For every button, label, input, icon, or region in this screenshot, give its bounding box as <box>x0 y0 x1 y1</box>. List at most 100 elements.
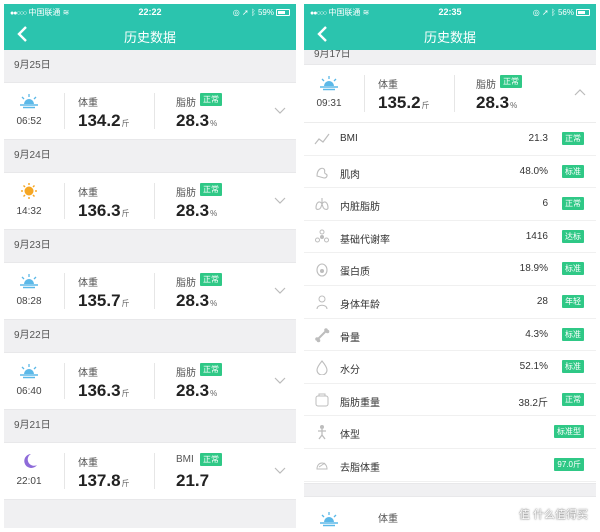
status-badge: 标准 <box>562 262 584 276</box>
battery-percent: 56% <box>557 8 574 17</box>
detail-scroll: 9月17日 09:31 体重 135.2斤 脂肪 正常 28.3% BMI 21… <box>304 50 596 528</box>
metric-name: 肌肉 <box>340 169 360 181</box>
metric-value: 38.2斤 <box>518 397 548 409</box>
status-bar: ●●○○○ 中国联通 ≋ 22:35 ◎ ➚ ᛒ 56% <box>304 4 596 21</box>
record-time: 09:31 <box>316 98 342 109</box>
metric-name: 去脂体重 <box>340 462 380 474</box>
chevron-up-icon[interactable] <box>574 89 586 97</box>
record-card[interactable]: 06:40 体重 136.3斤 脂肪 正常 28.3% <box>4 352 296 410</box>
divider <box>64 183 65 219</box>
bmi-icon <box>314 133 330 145</box>
chevron-down-icon[interactable] <box>274 467 286 475</box>
weight-value: 137.8斤 <box>78 471 130 491</box>
weight-value: 136.3斤 <box>78 201 130 221</box>
metric-row[interactable]: BMI 21.3 正常 <box>304 123 596 156</box>
weight-number: 135.2 <box>378 93 421 112</box>
location-icon: ➚ <box>242 8 249 17</box>
metric-value: 6 <box>542 198 548 210</box>
battery-icon <box>576 9 590 16</box>
status-badge: 97.0斤 <box>554 457 584 471</box>
chevron-down-icon[interactable] <box>274 377 286 385</box>
divider <box>454 75 455 112</box>
metric-row[interactable]: 蛋白质 18.9% 标准 <box>304 253 596 286</box>
weight-unit: 斤 <box>121 119 130 128</box>
divider <box>64 363 65 399</box>
record-time: 14:32 <box>16 206 42 217</box>
metric-label: 脂肪 <box>176 278 196 289</box>
date-header: 9月21日 <box>14 420 51 431</box>
bluetooth-icon: ᛒ <box>250 8 256 17</box>
weight-value: 134.2斤 <box>78 111 130 131</box>
divider <box>64 93 65 129</box>
record-card[interactable]: 22:01 体重 137.8斤 BMI 正常 21.7 <box>4 442 296 500</box>
metric-label: 脂肪 <box>176 368 196 379</box>
metric-row[interactable]: 体型 标准型 <box>304 416 596 449</box>
status-badge: 达标 <box>562 229 584 243</box>
weight-unit: 斤 <box>421 101 430 110</box>
status-badge: 标准 <box>562 164 584 178</box>
weight-unit: 斤 <box>121 479 130 488</box>
chevron-down-icon[interactable] <box>274 287 286 295</box>
weight-label: 体重 <box>378 80 398 91</box>
record-card[interactable]: 14:32 体重 136.3斤 脂肪 正常 28.3% <box>4 172 296 230</box>
metric-row[interactable]: 骨量 4.3% 标准 <box>304 319 596 352</box>
metric-number: 28.3 <box>176 201 210 220</box>
metric-name: 体型 <box>340 430 360 442</box>
metric-row[interactable]: 内脏脂肪 6 正常 <box>304 188 596 221</box>
water-drop-icon <box>316 360 328 376</box>
metric-value: 1416 <box>525 230 548 242</box>
weight-label: 体重 <box>78 98 98 109</box>
metric-label: 脂肪 <box>176 98 196 109</box>
divider <box>154 273 155 309</box>
metric-name: 蛋白质 <box>340 267 370 279</box>
metric-row[interactable]: 去脂体重 97.0斤 <box>304 449 596 482</box>
expanded-record-card[interactable]: 09:31 体重 135.2斤 脂肪 正常 28.3% BMI 21.3 正常 … <box>304 64 596 484</box>
chevron-down-icon[interactable] <box>274 107 286 115</box>
metric-row[interactable]: 身体年龄 28 年轻 <box>304 286 596 319</box>
sunrise-icon <box>18 94 40 109</box>
metric-value: 28 <box>536 295 548 307</box>
bluetooth-icon: ᛒ <box>550 8 556 17</box>
weight-number: 137.8 <box>78 471 121 490</box>
metric-number: 28.3 <box>176 381 210 400</box>
metric-row[interactable]: 肌肉 48.0% 标准 <box>304 156 596 189</box>
date-header: 9月25日 <box>14 60 51 71</box>
left-screen: ●●○○○ 中国联通 ≋ 22:22 ◎ ➚ ᛒ 59% 历史数据 9月25日 … <box>4 4 296 528</box>
metric-label: BMI <box>176 454 194 465</box>
metric-unit: % <box>210 299 218 308</box>
record-time: 08:28 <box>16 296 42 307</box>
status-badge: 正常 <box>200 183 222 196</box>
weight-label: 体重 <box>78 188 98 199</box>
status-badge: 年轻 <box>562 294 584 308</box>
date-header: 9月17日 <box>314 50 351 60</box>
divider <box>154 453 155 489</box>
divider <box>64 453 65 489</box>
weight-label: 体重 <box>78 458 98 469</box>
metric-row[interactable]: 水分 52.1% 标准 <box>304 351 596 384</box>
metric-number: 28.3 <box>176 111 210 130</box>
metric-name: 骨量 <box>340 332 360 344</box>
record-card[interactable]: 08:28 体重 135.7斤 脂肪 正常 28.3% <box>4 262 296 320</box>
chevron-down-icon[interactable] <box>274 197 286 205</box>
metric-row[interactable]: 脂肪重量 38.2斤 正常 <box>304 384 596 417</box>
record-time: 06:40 <box>16 386 42 397</box>
weight-unit: 斤 <box>121 209 130 218</box>
record-time: 22:01 <box>16 476 42 487</box>
record-summary[interactable]: 09:31 体重 135.2斤 脂肪 正常 28.3% <box>304 65 596 123</box>
sunrise-icon <box>318 512 340 527</box>
metric-value: 52.1% <box>519 361 548 373</box>
metric-name: 脂肪重量 <box>340 397 380 409</box>
metric-value: 48.0% <box>519 165 548 177</box>
sun-icon <box>21 183 37 199</box>
status-badge: 标准 <box>562 327 584 341</box>
record-card[interactable]: 06:52 体重 134.2斤 脂肪 正常 28.3% <box>4 82 296 140</box>
metabolism-icon <box>315 229 329 243</box>
metric-name: 身体年龄 <box>340 299 380 311</box>
weight-number: 134.2 <box>78 111 121 130</box>
weight-label: 体重 <box>78 368 98 379</box>
sunrise-icon <box>18 364 40 379</box>
metric-row[interactable]: 基础代谢率 1416 达标 <box>304 221 596 254</box>
metric-name: BMI <box>340 133 358 144</box>
divider <box>364 75 365 112</box>
battery-percent: 59% <box>257 8 274 17</box>
